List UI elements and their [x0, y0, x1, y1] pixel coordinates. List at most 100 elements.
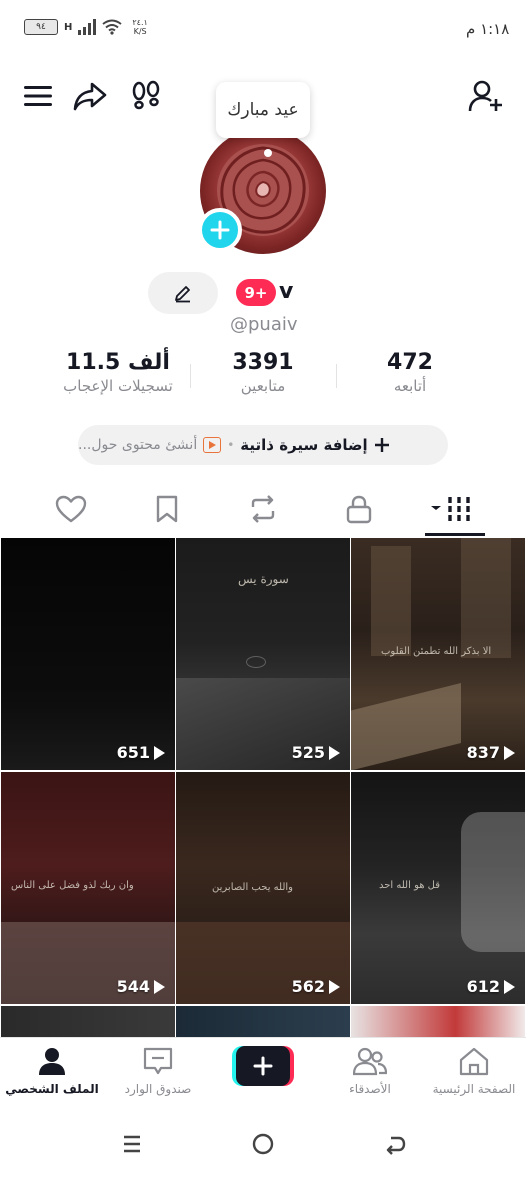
nav-profile-label: الملف الشخصي	[5, 1082, 99, 1096]
note-bubble-tail	[264, 149, 272, 157]
view-count-value: 562	[291, 977, 325, 996]
signal-icon	[78, 19, 97, 35]
friends-icon	[353, 1047, 387, 1076]
bookmark-icon	[156, 495, 178, 523]
lock-icon	[346, 495, 372, 524]
bio-hint: أنشئ محتوى حول...	[78, 437, 198, 453]
nav-inbox[interactable]: صندوق الوارد	[110, 1046, 206, 1096]
nav-profile[interactable]: الملف الشخصي	[4, 1046, 100, 1096]
share-profile-button[interactable]	[72, 78, 108, 114]
notification-badge[interactable]: 9+	[236, 279, 276, 306]
following-stat[interactable]: 472 أتابعه	[360, 350, 460, 395]
speed-unit: K/S	[133, 27, 147, 36]
tab-liked[interactable]	[46, 488, 96, 530]
network-speed: ٢٤.١ K/S	[132, 18, 147, 36]
view-count: 544	[117, 977, 165, 996]
status-indicators: ٩٤ H ٢٤.١ K/S	[24, 18, 148, 36]
status-time: ١:١٨ م	[466, 20, 510, 38]
person-add-icon	[468, 80, 502, 112]
likes-count: 11.5 ألف	[66, 350, 170, 375]
menu-button[interactable]	[20, 78, 56, 114]
video-thumbnail[interactable]: قل هو الله احد 612	[351, 772, 525, 1004]
back-icon	[386, 1136, 406, 1155]
nav-friends-label: الأصدقاء	[349, 1082, 391, 1096]
video-caption: والله يحب الصابرين	[212, 882, 293, 893]
tab-private[interactable]	[334, 488, 384, 530]
view-count-value: 525	[291, 743, 325, 762]
pillow-image	[461, 812, 525, 952]
add-bio-label: إضافة سيرة ذاتية	[240, 436, 368, 454]
view-count-value: 837	[466, 743, 500, 762]
add-friend-button[interactable]	[468, 78, 504, 114]
inbox-icon	[143, 1047, 173, 1075]
tab-videos[interactable]	[425, 488, 475, 530]
ornament-icon	[246, 656, 266, 668]
grid-icon	[431, 497, 470, 521]
following-label: أتابعه	[393, 377, 427, 395]
profile-views-button[interactable]	[128, 78, 164, 114]
hamburger-icon	[24, 86, 52, 106]
wifi-icon	[102, 19, 122, 35]
video-thumbnail[interactable]	[1, 1006, 175, 1038]
video-thumbnail[interactable]: 651	[1, 538, 175, 770]
active-tab-indicator	[425, 533, 485, 536]
video-caption: قل هو الله احد	[379, 880, 441, 891]
plus-icon	[253, 1056, 273, 1076]
background-pillar	[461, 538, 511, 658]
video-thumbnail[interactable]	[176, 1006, 350, 1038]
view-count-value: 544	[116, 977, 150, 996]
background-pillar	[371, 546, 411, 656]
video-thumbnail[interactable]: وان ربك لذو فضل على الناس 544	[1, 772, 175, 1004]
nav-friends[interactable]: الأصدقاء	[322, 1046, 418, 1096]
video-caption: سورة يس	[238, 572, 289, 586]
video-thumbnail[interactable]	[351, 1006, 525, 1038]
nav-inbox-label: صندوق الوارد	[124, 1082, 192, 1096]
add-story-button[interactable]	[198, 208, 242, 252]
view-count-value: 612	[466, 977, 500, 996]
tab-favorites[interactable]	[142, 488, 192, 530]
view-count: 525	[292, 743, 340, 762]
nav-home[interactable]: الصفحة الرئيسية	[426, 1046, 522, 1096]
likes-stat[interactable]: 11.5 ألف تسجيلات الإعجاب	[40, 350, 196, 395]
back-button[interactable]	[375, 1124, 415, 1164]
tab-reposts[interactable]	[238, 488, 288, 530]
bottom-navigation: الصفحة الرئيسية الأصدقاء صندوق الوارد ال…	[0, 1037, 526, 1107]
play-icon	[154, 745, 165, 760]
video-thumbnail[interactable]: الا بذكر الله تطمئن القلوب 837	[351, 538, 525, 770]
profile-nickname: v	[279, 279, 294, 304]
video-caption: وان ربك لذو فضل على الناس	[11, 880, 134, 891]
view-count: 837	[467, 743, 515, 762]
play-icon	[329, 745, 340, 760]
add-bio-button[interactable]: إضافة سيرة ذاتية • أنشئ محتوى حول...	[78, 425, 448, 465]
view-count-value: 651	[116, 743, 150, 762]
play-icon	[504, 745, 515, 760]
stat-divider	[336, 364, 337, 388]
video-play-icon	[203, 437, 222, 453]
followers-label: متابعين	[240, 377, 286, 395]
video-thumbnail[interactable]: سورة يس 525	[176, 538, 350, 770]
profile-handle: @puaiv	[230, 314, 298, 335]
plus-icon	[210, 220, 230, 240]
circle-home-icon	[252, 1133, 274, 1155]
plus-icon	[374, 438, 389, 452]
home-system-button[interactable]	[243, 1124, 283, 1164]
footprints-icon	[132, 80, 160, 110]
create-button[interactable]	[232, 1046, 294, 1086]
followers-count: 3391	[232, 350, 294, 375]
network-type: H	[64, 21, 73, 33]
nav-home-label: الصفحة الرئيسية	[432, 1082, 516, 1096]
create-button-center	[236, 1046, 290, 1086]
view-count: 651	[117, 743, 165, 762]
repost-icon	[251, 495, 275, 523]
play-icon	[154, 979, 165, 994]
following-count: 472	[387, 350, 433, 375]
video-thumbnail[interactable]: والله يحب الصابرين 562	[176, 772, 350, 1004]
play-icon	[329, 979, 340, 994]
share-arrow-icon	[73, 82, 107, 111]
followers-stat[interactable]: 3391 متابعين	[213, 350, 313, 395]
edit-profile-button[interactable]	[148, 272, 218, 314]
play-icon	[504, 979, 515, 994]
note-bubble[interactable]: عيد مبارك	[216, 82, 310, 138]
separator-dot: •	[227, 438, 235, 452]
recent-apps-button[interactable]	[112, 1124, 152, 1164]
